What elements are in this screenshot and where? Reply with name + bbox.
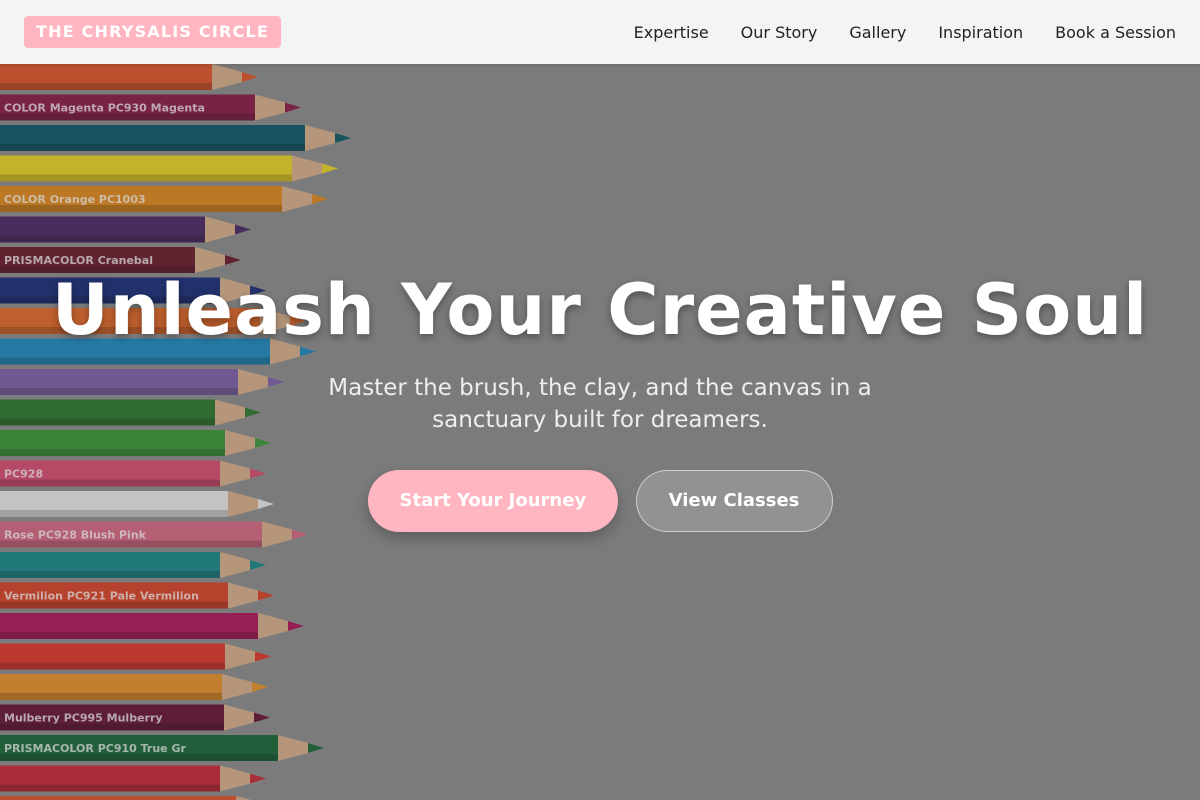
navbar: THE CHRYSALIS CIRCLE Expertise Our Story… xyxy=(0,0,1200,64)
hero-content: Unleash Your Creative Soul Master the br… xyxy=(0,268,1200,532)
hero-title: Unleash Your Creative Soul xyxy=(51,269,1149,351)
nav-item-our-story[interactable]: Our Story xyxy=(725,23,834,42)
brand-logo[interactable]: THE CHRYSALIS CIRCLE xyxy=(24,16,281,48)
nav-item-inspiration[interactable]: Inspiration xyxy=(922,23,1039,42)
nav-item-book-session[interactable]: Book a Session xyxy=(1039,23,1176,42)
hero-section: COLOR Magenta PC930 Magenta COLOR Orange … xyxy=(0,0,1200,800)
cta-row: Start Your Journey View Classes xyxy=(0,470,1200,532)
nav-links: Expertise Our Story Gallery Inspiration … xyxy=(618,0,1176,64)
nav-item-expertise[interactable]: Expertise xyxy=(618,23,725,42)
start-journey-button[interactable]: Start Your Journey xyxy=(367,470,618,532)
nav-item-gallery[interactable]: Gallery xyxy=(833,23,922,42)
view-classes-button[interactable]: View Classes xyxy=(635,470,833,532)
hero-subtitle: Master the brush, the clay, and the canv… xyxy=(328,375,872,433)
